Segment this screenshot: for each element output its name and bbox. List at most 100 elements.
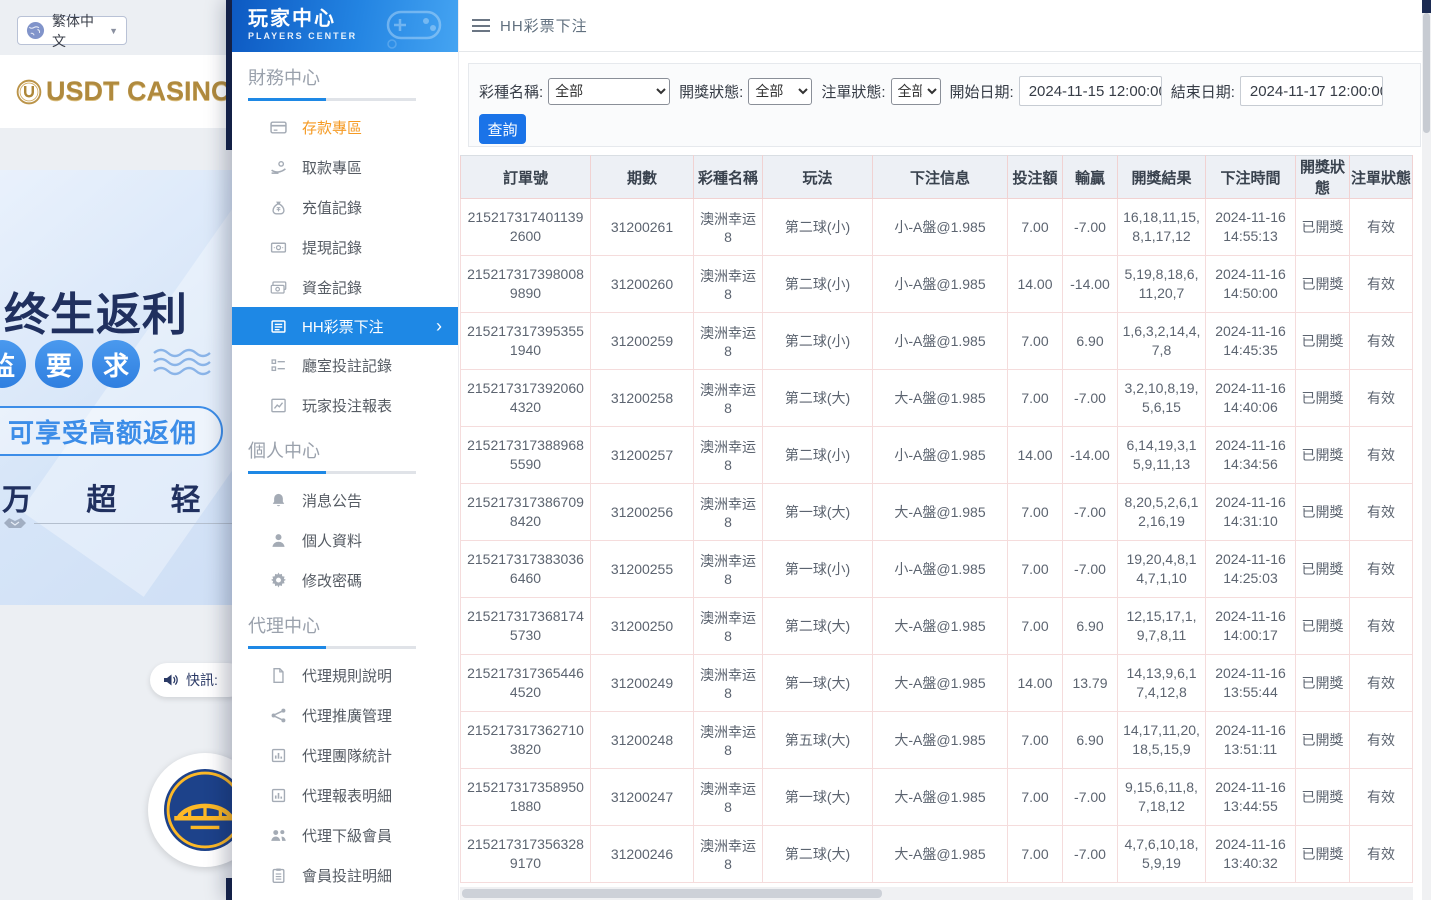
sidebar-item-label: 玩家投注報表 bbox=[302, 395, 392, 416]
section-underline bbox=[248, 98, 442, 101]
table-cell: 2152173174011392600 bbox=[461, 199, 591, 256]
table-cell: 2024-11-16 14:55:13 bbox=[1206, 199, 1296, 256]
news-ticker[interactable]: 快訊: bbox=[150, 663, 245, 697]
table-cell: 澳洲幸运8 bbox=[694, 541, 763, 598]
vertical-scrollbar[interactable] bbox=[1422, 0, 1431, 900]
table-cell: 澳洲幸运8 bbox=[694, 199, 763, 256]
table-row: 215217317383036646031200255澳洲幸运8第一球(小)小-… bbox=[461, 541, 1413, 598]
table-cell: 第二球(小) bbox=[763, 313, 873, 370]
sidebar-item[interactable]: HH彩票下注› bbox=[232, 307, 458, 345]
table-cell: 第二球(大) bbox=[763, 370, 873, 427]
table-cell: 14,17,11,20,18,5,15,9 bbox=[1118, 712, 1206, 769]
sidebar-item[interactable]: 代理推廣管理 bbox=[232, 695, 458, 735]
banner-pill: 可享受高额返佣 bbox=[0, 406, 223, 456]
sidebar-item[interactable]: 個人資料 bbox=[232, 520, 458, 560]
table-cell: 31200249 bbox=[591, 655, 694, 712]
table-cell: 小-A盤@1.985 bbox=[873, 313, 1008, 370]
sidebar-item[interactable]: 代理報表明細 bbox=[232, 775, 458, 815]
banner-badges: 监要求 bbox=[0, 340, 140, 388]
table-row: 215217317392060432031200258澳洲幸运8第二球(大)大-… bbox=[461, 370, 1413, 427]
table-cell: 小-A盤@1.985 bbox=[873, 541, 1008, 598]
sidebar-section-title: 財務中心 bbox=[248, 64, 442, 90]
table-cell: 9,15,6,11,8,7,18,12 bbox=[1118, 769, 1206, 826]
lottery-ticket-icon bbox=[270, 318, 287, 335]
draw-status-select[interactable]: 全部 bbox=[748, 78, 812, 105]
table-cell: 已開獎 bbox=[1296, 598, 1350, 655]
table-cell: 4,7,6,10,18,5,9,19 bbox=[1118, 826, 1206, 883]
table-cell: 第二球(小) bbox=[763, 199, 873, 256]
table-cell: 2024-11-16 13:40:32 bbox=[1206, 826, 1296, 883]
table-row: 215217317388968559031200257澳洲幸运8第二球(小)小-… bbox=[461, 427, 1413, 484]
sidebar-item[interactable]: 廳室投註記錄 bbox=[232, 345, 458, 385]
table-cell: 澳洲幸运8 bbox=[694, 427, 763, 484]
order-status-select[interactable]: 全部 bbox=[891, 78, 941, 105]
sidebar-item[interactable]: 代理下級會員 bbox=[232, 815, 458, 855]
table-cell: -7.00 bbox=[1063, 769, 1118, 826]
sidebar-item-label: 代理下級會員 bbox=[302, 825, 392, 846]
end-date-input[interactable] bbox=[1240, 76, 1383, 106]
search-button[interactable]: 查詢 bbox=[479, 114, 526, 144]
table-cell: -14.00 bbox=[1063, 427, 1118, 484]
language-selector[interactable]: 繁体中文 ▼ bbox=[17, 16, 127, 45]
column-header: 訂單號 bbox=[461, 156, 591, 199]
vertical-scrollbar-thumb[interactable] bbox=[1423, 13, 1430, 133]
sidebar-item[interactable]: 代理規則說明 bbox=[232, 655, 458, 695]
section-underline bbox=[248, 471, 442, 474]
table-cell: 16,18,11,15,8,1,17,12 bbox=[1118, 199, 1206, 256]
table-cell: 2152173173681745730 bbox=[461, 598, 591, 655]
column-header: 注單狀態 bbox=[1350, 156, 1413, 199]
horizontal-scrollbar-thumb[interactable] bbox=[462, 889, 882, 898]
menu-icon[interactable] bbox=[472, 19, 490, 32]
sidebar-section-title: 代理中心 bbox=[248, 612, 442, 638]
table-cell: 有效 bbox=[1350, 541, 1413, 598]
sidebar-item[interactable]: 充值記錄 bbox=[232, 187, 458, 227]
table-cell: 3,2,10,8,19,5,6,15 bbox=[1118, 370, 1206, 427]
sidebar-item[interactable]: 消息公告 bbox=[232, 480, 458, 520]
horizontal-scrollbar[interactable] bbox=[460, 887, 1413, 900]
table-cell: 31200259 bbox=[591, 313, 694, 370]
table-row: 215217317358950188031200247澳洲幸运8第一球(大)大-… bbox=[461, 769, 1413, 826]
sidebar-section-title: 個人中心 bbox=[248, 437, 442, 463]
sidebar-item-label: 存款專區 bbox=[302, 117, 362, 138]
end-date-label: 結束日期: bbox=[1171, 81, 1235, 102]
lottery-name-select[interactable]: 全部 bbox=[548, 78, 670, 105]
start-date-label: 開始日期: bbox=[950, 81, 1014, 102]
sidebar-item[interactable]: 會員投註明細 bbox=[232, 855, 458, 895]
main-header: HH彩票下注 bbox=[459, 0, 1431, 52]
table-row: 215217317386709842031200256澳洲幸运8第一球(大)大-… bbox=[461, 484, 1413, 541]
column-header: 期數 bbox=[591, 156, 694, 199]
speaker-icon bbox=[162, 672, 179, 688]
table-cell: 31200257 bbox=[591, 427, 694, 484]
banner-badge: 监 bbox=[0, 340, 26, 388]
table-cell: 有效 bbox=[1350, 712, 1413, 769]
table-cell: 澳洲幸运8 bbox=[694, 598, 763, 655]
table-cell: 已開獎 bbox=[1296, 313, 1350, 370]
start-date-input[interactable] bbox=[1019, 76, 1162, 106]
sidebar-item[interactable]: 取款專區 bbox=[232, 147, 458, 187]
table-cell: 有效 bbox=[1350, 427, 1413, 484]
sidebar-item[interactable]: 修改密碼 bbox=[232, 560, 458, 600]
sidebar-item[interactable]: 提現記錄 bbox=[232, 227, 458, 267]
table-row: 215217317368174573031200250澳洲幸运8第二球(大)大-… bbox=[461, 598, 1413, 655]
sidebar-item[interactable]: 存款專區 bbox=[232, 107, 458, 147]
promo-banner: 终生返利 监要求 可享受高额返佣 万 超 轻 松 bbox=[0, 170, 232, 605]
sidebar-item[interactable]: 玩家投注報表 bbox=[232, 385, 458, 425]
table-cell: 已開獎 bbox=[1296, 541, 1350, 598]
table-cell: 有效 bbox=[1350, 370, 1413, 427]
table-cell: 第二球(大) bbox=[763, 598, 873, 655]
table-cell: 31200258 bbox=[591, 370, 694, 427]
column-header: 玩法 bbox=[763, 156, 873, 199]
sidebar-item[interactable]: 資金記錄 bbox=[232, 267, 458, 307]
table-cell: 6.90 bbox=[1063, 712, 1118, 769]
sidebar-item-label: 提現記錄 bbox=[302, 237, 362, 258]
sidebar-item[interactable]: 代理團隊統計 bbox=[232, 735, 458, 775]
logo-text: USDT CASINO bbox=[46, 76, 232, 107]
banknote-icon bbox=[270, 239, 287, 256]
table-cell: 大-A盤@1.985 bbox=[873, 826, 1008, 883]
banner-line2: 万 超 轻 松 bbox=[2, 475, 232, 519]
clipboard-icon bbox=[270, 867, 287, 884]
table-cell: 7.00 bbox=[1008, 541, 1063, 598]
sidebar-item-label: 資金記錄 bbox=[302, 277, 362, 298]
sidebar-item-label: 會員投註明細 bbox=[302, 865, 392, 886]
table-cell: 14.00 bbox=[1008, 655, 1063, 712]
